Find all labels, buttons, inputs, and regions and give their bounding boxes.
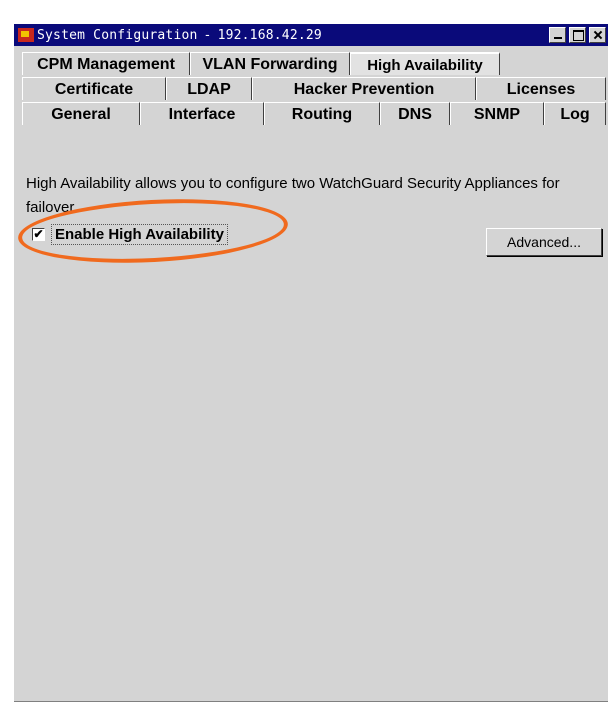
minimize-icon[interactable] <box>549 27 566 43</box>
tab-snmp[interactable]: SNMP <box>450 102 544 125</box>
tab-interface[interactable]: Interface <box>140 102 264 125</box>
high-availability-panel: High Availability allows you to configur… <box>16 152 606 702</box>
tab-cpm-management[interactable]: CPM Management <box>22 52 190 75</box>
window-controls <box>549 27 606 43</box>
tab-ldap[interactable]: LDAP <box>166 77 252 100</box>
tab-hacker-prevention[interactable]: Hacker Prevention <box>252 77 476 100</box>
tab-vlan-forwarding[interactable]: VLAN Forwarding <box>190 52 350 75</box>
tab-certificate[interactable]: Certificate <box>22 77 166 100</box>
title-separator: - <box>203 27 212 43</box>
advanced-button[interactable]: Advanced... <box>486 228 602 256</box>
tab-licenses[interactable]: Licenses <box>476 77 606 100</box>
title-bar[interactable]: System Configuration -192.168.42.29 <box>14 24 608 46</box>
maximize-icon[interactable] <box>569 27 586 43</box>
tab-strip: CPM Management VLAN Forwarding High Avai… <box>18 52 608 142</box>
tab-log[interactable]: Log <box>544 102 606 125</box>
window-title: System Configuration -192.168.42.29 <box>37 28 322 43</box>
tab-dns[interactable]: DNS <box>380 102 450 125</box>
high-availability-description: High Availability allows you to configur… <box>26 175 560 216</box>
enable-high-availability-checkbox[interactable]: ✔ Enable High Availability <box>32 224 228 245</box>
system-configuration-window: System Configuration -192.168.42.29 CPM M… <box>12 22 608 702</box>
tab-general[interactable]: General <box>22 102 140 125</box>
tab-routing[interactable]: Routing <box>264 102 380 125</box>
window-ip-address: 192.168.42.29 <box>217 27 322 43</box>
watchguard-logo-icon <box>18 28 34 42</box>
tab-high-availability[interactable]: High Availability <box>350 52 500 75</box>
window-title-text: System Configuration <box>37 27 198 43</box>
checkbox-checked-icon[interactable]: ✔ <box>32 228 45 241</box>
enable-high-availability-label[interactable]: Enable High Availability <box>51 224 228 245</box>
close-icon[interactable] <box>589 27 606 43</box>
